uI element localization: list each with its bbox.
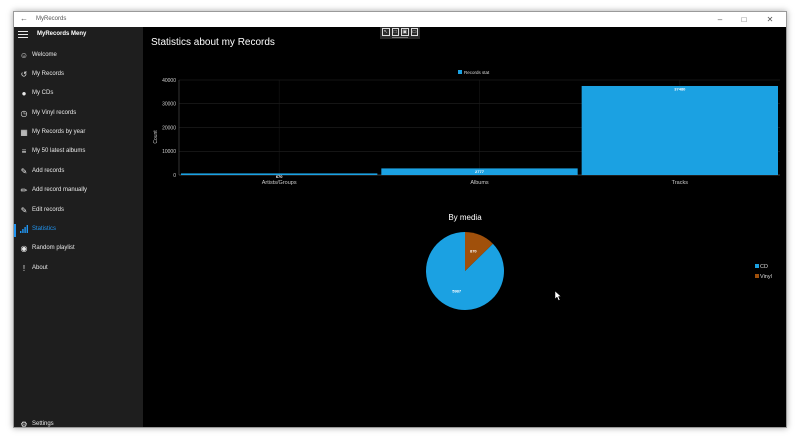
legend-label: CD bbox=[760, 264, 768, 270]
pie-chart: By media 5987 870 CD Vinyl bbox=[425, 213, 772, 310]
legend-swatch bbox=[755, 274, 759, 278]
x-tick-label: Artists/Groups bbox=[262, 180, 297, 186]
sidebar-item-random-playlist[interactable]: ◉ Random playlist bbox=[14, 240, 143, 259]
main-content: ↖ □ ▣ ▭ Statistics about my Records Reco… bbox=[143, 27, 786, 427]
page-title: Statistics about my Records bbox=[151, 37, 275, 48]
sidebar-item-label: Welcome bbox=[32, 52, 57, 58]
bar-value-label: 670 bbox=[276, 174, 283, 179]
sidebar-item-welcome[interactable]: ☺ Welcome bbox=[14, 47, 143, 66]
sidebar-item-label: Random playlist bbox=[32, 245, 75, 251]
hamburger-menu-icon[interactable] bbox=[18, 31, 28, 39]
legend-label: Vinyl bbox=[760, 274, 772, 280]
smiley-icon: ☺ bbox=[19, 51, 29, 60]
pie-legend: CD Vinyl bbox=[755, 264, 772, 280]
pie-value-label: 5987 bbox=[452, 288, 462, 293]
y-tick-label: 20000 bbox=[162, 125, 176, 131]
sidebar-item-add-record-manually[interactable]: ✏ Add record manually bbox=[14, 182, 143, 201]
track-focus-icon[interactable]: ▣ bbox=[401, 28, 409, 36]
maximize-icon[interactable]: □ bbox=[733, 13, 755, 26]
y-tick-label: 30000 bbox=[162, 102, 176, 108]
active-indicator bbox=[14, 224, 16, 237]
sidebar-item-statistics[interactable]: Statistics bbox=[14, 221, 143, 240]
y-tick-label: 0 bbox=[173, 173, 176, 179]
sidebar-item-my-vinyl[interactable]: ◷ My Vinyl records bbox=[14, 105, 143, 124]
close-icon[interactable]: ✕ bbox=[759, 13, 781, 26]
app-window: ← MyRecords – □ ✕ MyRecords Meny ☺ Welco… bbox=[13, 11, 787, 428]
sidebar-item-label: My CDs bbox=[32, 90, 54, 96]
pencil-icon: ✏ bbox=[20, 186, 28, 195]
sidebar-item-records-by-year[interactable]: ▦ My Records by year bbox=[14, 124, 143, 143]
globe-icon: ◉ bbox=[20, 244, 28, 253]
legend-swatch bbox=[755, 264, 759, 268]
debug-toolbar: ↖ □ ▣ ▭ bbox=[380, 27, 420, 39]
sidebar: MyRecords Meny ☺ Welcome ↺ My Records ● … bbox=[14, 27, 143, 428]
sidebar-title: MyRecords Meny bbox=[37, 31, 87, 37]
legend-swatch bbox=[458, 70, 462, 74]
toolbar-handle[interactable] bbox=[392, 37, 408, 38]
y-axis-label: Count bbox=[153, 130, 159, 144]
y-axis-ticks: 0 10000 20000 30000 40000 bbox=[162, 78, 176, 179]
sidebar-item-label: My 50 latest albums bbox=[32, 148, 86, 154]
disc-icon: ● bbox=[21, 89, 27, 98]
bar-chart-legend: Records stat bbox=[458, 70, 490, 75]
sidebar-item-edit-records[interactable]: ✎ Edit records bbox=[14, 202, 143, 221]
minimize-icon[interactable]: – bbox=[709, 13, 731, 26]
sidebar-item-add-records[interactable]: ✎ Add records bbox=[14, 163, 143, 182]
pie-slices: 5987 870 bbox=[425, 232, 504, 310]
sidebar-item-label: Settings bbox=[32, 421, 54, 427]
sidebar-item-settings[interactable]: ⚙ Settings bbox=[14, 416, 143, 428]
pie-title: By media bbox=[448, 213, 482, 222]
clock-icon: ◷ bbox=[20, 109, 28, 118]
history-icon: ↺ bbox=[20, 70, 28, 79]
back-arrow-icon[interactable]: ← bbox=[20, 14, 28, 23]
sidebar-item-label: My Records by year bbox=[32, 129, 86, 135]
xaml-binding-icon[interactable]: ▭ bbox=[410, 28, 418, 36]
edit-pencil-icon: ✎ bbox=[20, 206, 28, 215]
bar-chart: Records stat Count 0 10000 20000 30000 40000… bbox=[153, 70, 780, 186]
pie-value-label: 870 bbox=[470, 249, 477, 254]
title-bar: ← MyRecords – □ ✕ bbox=[14, 12, 786, 27]
x-tick-label: Tracks bbox=[672, 180, 689, 186]
bar-value-label: 2777 bbox=[475, 169, 485, 174]
exclamation-icon: ! bbox=[22, 264, 26, 273]
y-tick-label: 40000 bbox=[162, 78, 176, 84]
bar-chart-icon bbox=[19, 225, 29, 235]
select-element-icon[interactable]: ↖ bbox=[382, 28, 390, 36]
sidebar-item-label: My Vinyl records bbox=[32, 110, 77, 116]
sidebar-item-label: Statistics bbox=[32, 226, 57, 232]
x-tick-label: Albums bbox=[470, 180, 489, 186]
sidebar-item-latest-albums[interactable]: ≡ My 50 latest albums bbox=[14, 143, 143, 162]
mouse-cursor-icon bbox=[555, 291, 562, 301]
calendar-icon: ▦ bbox=[20, 128, 28, 137]
y-tick-label: 10000 bbox=[162, 149, 176, 155]
sidebar-item-my-records[interactable]: ↺ My Records bbox=[14, 66, 143, 85]
list-icon: ≡ bbox=[21, 147, 27, 156]
sidebar-item-about[interactable]: ! About bbox=[14, 260, 143, 279]
window-title: MyRecords bbox=[36, 16, 67, 22]
bar-value-label: 37480 bbox=[674, 86, 686, 91]
sidebar-item-label: Add records bbox=[32, 168, 65, 174]
sidebar-item-label: Edit records bbox=[32, 207, 65, 213]
legend-label: Records stat bbox=[464, 70, 490, 75]
gear-icon: ⚙ bbox=[20, 420, 28, 428]
x-axis-ticks: Artists/Groups Albums Tracks bbox=[262, 180, 688, 186]
sidebar-item-label: Add record manually bbox=[32, 187, 88, 193]
edit-icon: ✎ bbox=[20, 167, 28, 176]
sidebar-item-my-cds[interactable]: ● My CDs bbox=[14, 85, 143, 104]
sidebar-item-label: About bbox=[32, 265, 48, 271]
bar bbox=[581, 85, 778, 175]
display-layout-icon[interactable]: □ bbox=[391, 28, 399, 36]
sidebar-item-label: My Records bbox=[32, 71, 65, 77]
